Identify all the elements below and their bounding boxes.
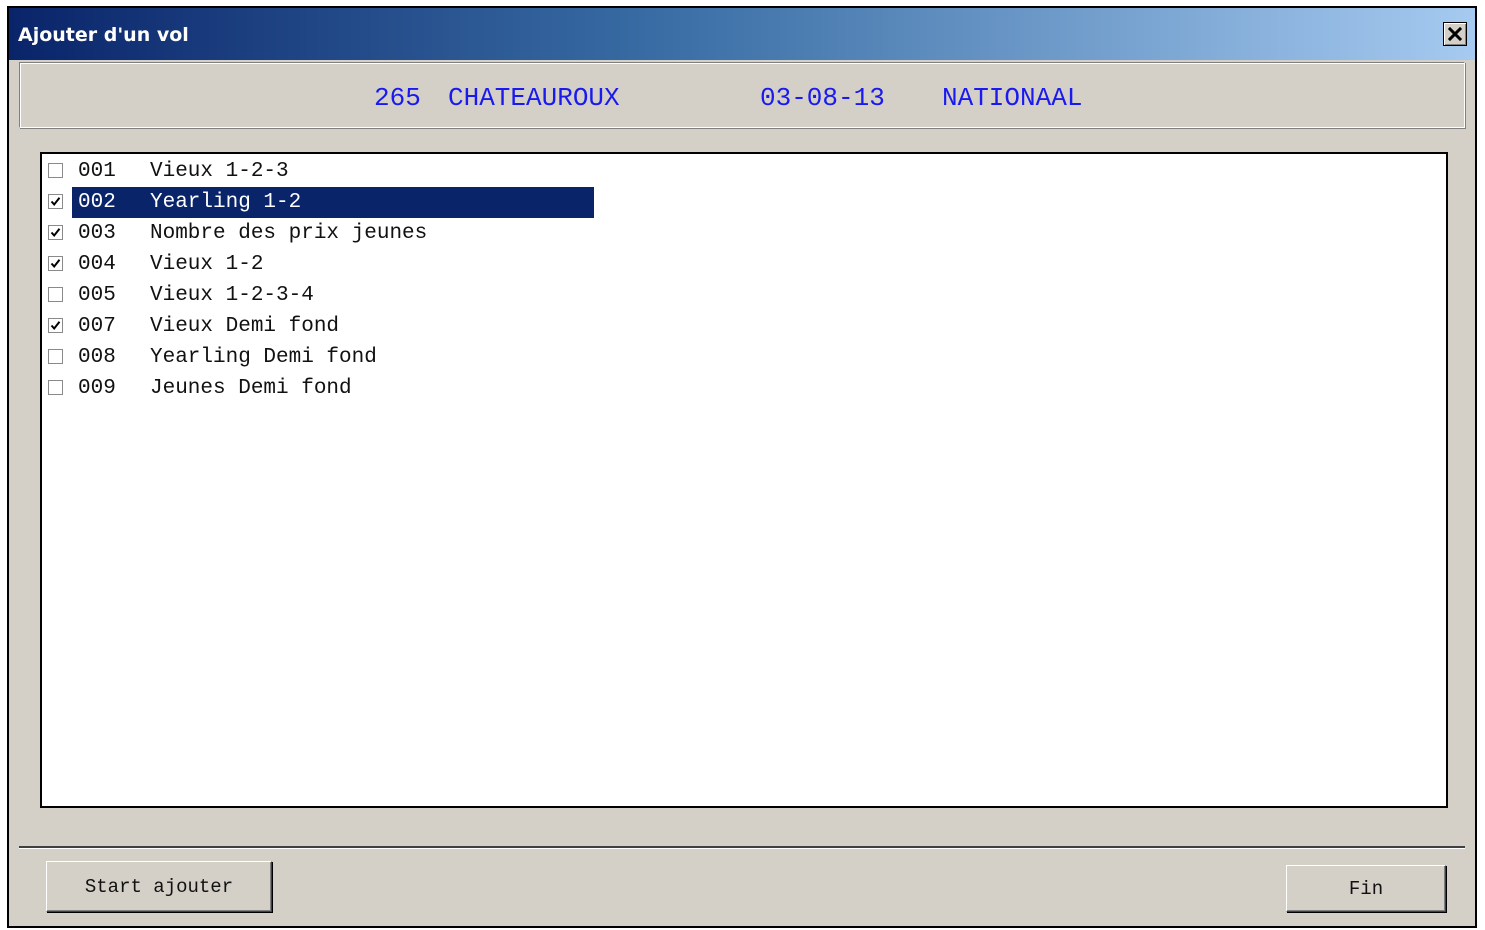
list-item-checkbox[interactable] (48, 349, 63, 364)
race-category: NATIONAAL (942, 83, 1083, 113)
list-item-label: 007 Vieux Demi fond (72, 311, 594, 342)
list-item[interactable]: 009 Jeunes Demi fond (46, 373, 1442, 404)
close-icon (1448, 27, 1462, 41)
list-item-label: 001 Vieux 1-2-3 (72, 156, 594, 187)
list-item-name: Nombre des prix jeunes (150, 222, 428, 245)
window-title: Ajouter d'un vol (18, 24, 189, 46)
list-item-checkbox[interactable] (48, 194, 63, 209)
checkmark-icon (50, 228, 61, 238)
list-item[interactable]: 002 Yearling 1-2 (46, 187, 1442, 218)
list-item-label: 008 Yearling Demi fond (72, 342, 594, 373)
checkmark-icon (50, 259, 61, 269)
race-number: 265 (374, 83, 421, 113)
list-item-code: 005 (78, 284, 116, 307)
list-item-label: 005 Vieux 1-2-3-4 (72, 280, 594, 311)
checkmark-icon (50, 197, 61, 207)
race-location: CHATEAUROUX (448, 83, 620, 113)
list-item-code: 003 (78, 222, 116, 245)
list-item[interactable]: 005 Vieux 1-2-3-4 (46, 280, 1442, 311)
list-item-label: 003 Nombre des prix jeunes (72, 218, 594, 249)
list-item[interactable]: 003 Nombre des prix jeunes (46, 218, 1442, 249)
list-item-name: Vieux Demi fond (150, 315, 340, 338)
list-item[interactable]: 001 Vieux 1-2-3 (46, 156, 1442, 187)
list-item-label: 009 Jeunes Demi fond (72, 373, 594, 404)
title-bar[interactable]: Ajouter d'un vol (9, 8, 1475, 60)
divider (19, 846, 1465, 849)
start-add-button[interactable]: Start ajouter (46, 861, 272, 912)
list-item-code: 004 (78, 253, 116, 276)
list-item-name: Vieux 1-2-3-4 (150, 284, 314, 307)
race-date: 03-08-13 (760, 83, 885, 113)
list-item-label: 004 Vieux 1-2 (72, 249, 594, 280)
checkmark-icon (50, 321, 61, 331)
add-flight-dialog: Ajouter d'un vol 265 CHATEAUROUX 03-08-1… (7, 6, 1477, 928)
list-item-code: 007 (78, 315, 116, 338)
list-item-name: Jeunes Demi fond (150, 377, 352, 400)
list-item-name: Vieux 1-2 (150, 253, 264, 276)
list-item-checkbox[interactable] (48, 163, 63, 178)
list-item[interactable]: 008 Yearling Demi fond (46, 342, 1442, 373)
list-item-checkbox[interactable] (48, 225, 63, 240)
list-item-label: 002 Yearling 1-2 (72, 187, 594, 218)
list-item[interactable]: 007 Vieux Demi fond (46, 311, 1442, 342)
list-item-code: 008 (78, 346, 116, 369)
flight-info-panel: 265 CHATEAUROUX 03-08-13 NATIONAAL (19, 62, 1465, 128)
close-button[interactable] (1443, 22, 1467, 46)
list-item-name: Yearling Demi fond (150, 346, 377, 369)
list-item-code: 009 (78, 377, 116, 400)
list-item-checkbox[interactable] (48, 380, 63, 395)
list-item-code: 001 (78, 160, 116, 183)
list-item-name: Yearling 1-2 (150, 191, 302, 214)
list-item-name: Vieux 1-2-3 (150, 160, 289, 183)
end-button[interactable]: Fin (1286, 865, 1446, 912)
list-item[interactable]: 004 Vieux 1-2 (46, 249, 1442, 280)
list-item-code: 002 (78, 191, 116, 214)
category-checklist[interactable]: 001 Vieux 1-2-3 002 Yearling 1-2 003 Nombre d… (40, 152, 1448, 808)
list-item-checkbox[interactable] (48, 318, 63, 333)
list-item-checkbox[interactable] (48, 256, 63, 271)
list-item-checkbox[interactable] (48, 287, 63, 302)
